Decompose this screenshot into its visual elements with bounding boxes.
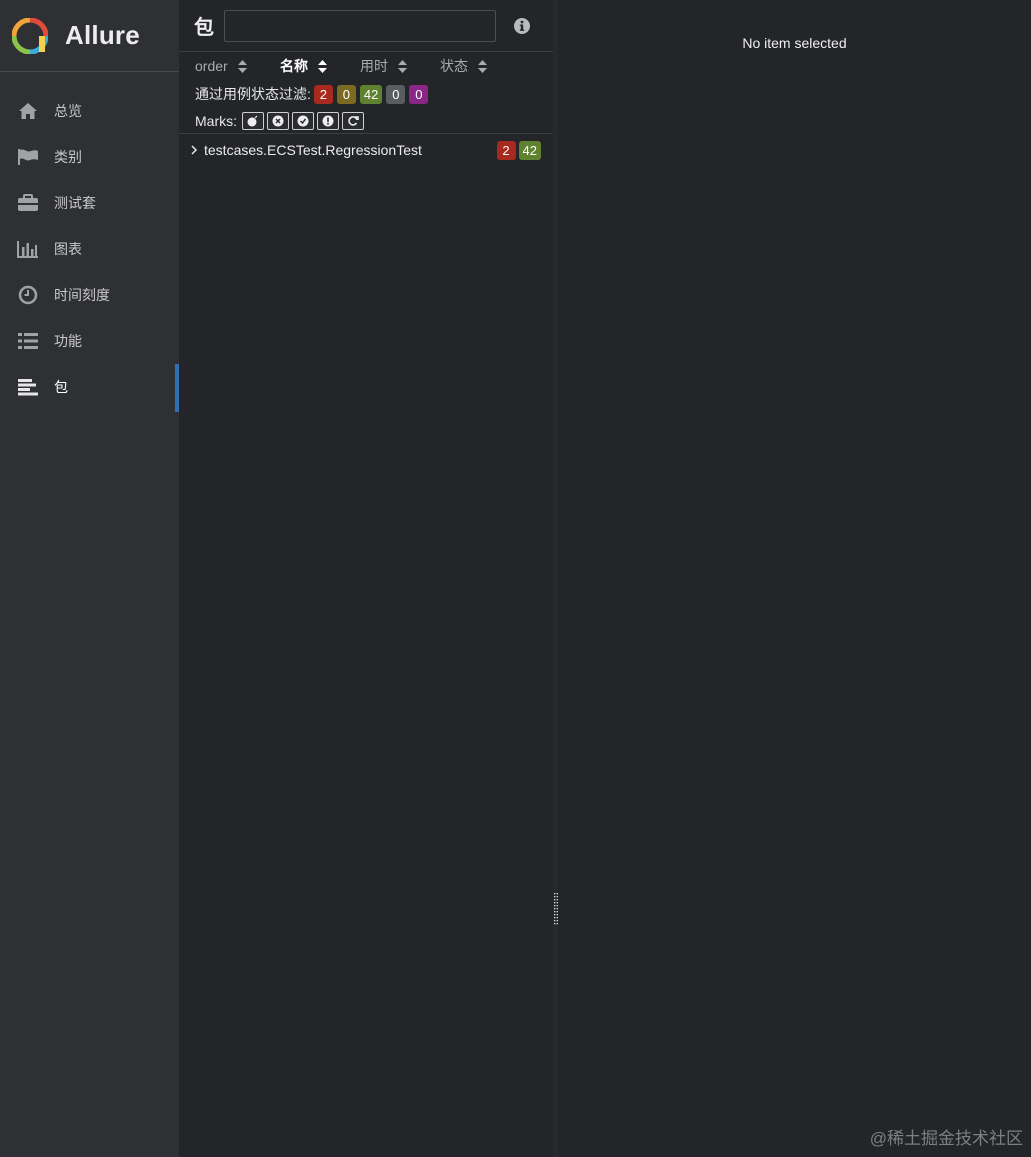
- sidebar-item-packages[interactable]: 包: [0, 364, 179, 412]
- watermark: @稀土掘金技术社区: [869, 1129, 1023, 1148]
- brand-name: Allure: [65, 20, 140, 50]
- sidebar-item-overview[interactable]: 总览: [0, 88, 179, 134]
- sidebar-item-graphs[interactable]: 图表: [0, 226, 179, 272]
- sorter-status[interactable]: 状态: [440, 56, 487, 76]
- sort-icon: [237, 59, 247, 73]
- flaky-bomb-icon[interactable]: [242, 111, 264, 130]
- brand[interactable]: Allure: [0, 0, 179, 72]
- flag-icon: [17, 146, 39, 168]
- sorter-label: order: [195, 58, 228, 74]
- sidebar-item-categories[interactable]: 类别: [0, 134, 179, 180]
- tree-row[interactable]: testcases.ECSTest.RegressionTest 2 42: [179, 134, 553, 166]
- sidebar-item-label: 时间刻度: [54, 287, 110, 303]
- tree-pane: 包 order 名称 用时 状态 通过用例状态过滤: 2 0 42 0 0 Ma…: [179, 0, 553, 1157]
- search-input[interactable]: [224, 9, 496, 42]
- sorter-order[interactable]: order: [195, 58, 280, 74]
- row-badge-passed: 42: [518, 140, 541, 160]
- sorter-duration[interactable]: 用时: [360, 56, 440, 76]
- status-filter-label: 通过用例状态过滤:: [195, 86, 311, 102]
- filter-badge-skipped[interactable]: 0: [386, 84, 406, 104]
- align-left-icon: [17, 376, 39, 398]
- retries-icon[interactable]: [342, 111, 364, 130]
- marks-label: Marks:: [195, 112, 237, 129]
- clock-icon: [17, 284, 39, 306]
- empty-state-text: No item selected: [742, 35, 847, 51]
- info-icon[interactable]: [513, 17, 531, 35]
- sidebar-item-label: 测试套: [54, 195, 96, 211]
- sorter-label: 状态: [440, 58, 468, 74]
- sidebar-item-behaviors[interactable]: 功能: [0, 318, 179, 364]
- sidebar-item-label: 包: [54, 379, 68, 395]
- row-badge-failed: 2: [496, 140, 516, 160]
- sidebar-nav: 总览 类别 测试套 图表 时间刻度 功能 包: [0, 72, 179, 412]
- sort-icon: [398, 59, 407, 73]
- sorter-label: 名称: [280, 58, 308, 74]
- sorters: order 名称 用时 状态: [179, 52, 553, 80]
- sidebar: Allure 总览 类别 测试套 图表 时间刻度 功能 包: [0, 0, 179, 1157]
- sidebar-item-label: 图表: [54, 241, 82, 257]
- page-title: 包: [194, 17, 214, 39]
- filter-badge-broken[interactable]: 0: [336, 84, 356, 104]
- chevron-right-icon: [191, 145, 198, 155]
- status-filter: 通过用例状态过滤: 2 0 42 0 0: [179, 80, 553, 108]
- sorter-label: 用时: [360, 58, 388, 74]
- filter-badge-unknown[interactable]: 0: [409, 84, 429, 104]
- detail-pane: No item selected: [558, 0, 1031, 1157]
- allure-logo-icon: [12, 17, 48, 54]
- sort-icon: [478, 59, 487, 73]
- list-icon: [17, 330, 39, 352]
- new-passed-icon[interactable]: [292, 111, 314, 130]
- sidebar-item-label: 功能: [54, 333, 82, 349]
- home-icon: [17, 100, 39, 122]
- marks-filter: Marks:: [179, 108, 553, 134]
- briefcase-icon: [17, 192, 39, 214]
- sidebar-item-timeline[interactable]: 时间刻度: [0, 272, 179, 318]
- sidebar-item-label: 总览: [54, 103, 82, 119]
- tree-row-name: testcases.ECSTest.RegressionTest: [204, 142, 422, 158]
- filter-badge-passed[interactable]: 42: [359, 84, 383, 104]
- new-broken-icon[interactable]: [317, 111, 339, 130]
- bar-chart-icon: [17, 238, 39, 260]
- filter-badge-failed[interactable]: 2: [313, 84, 333, 104]
- pane-header: 包: [179, 0, 553, 52]
- sort-icon: [318, 59, 327, 73]
- tree-row-badges: 2 42: [496, 140, 541, 160]
- sidebar-item-label: 类别: [54, 149, 82, 165]
- new-failed-icon[interactable]: [267, 111, 289, 130]
- sorter-name[interactable]: 名称: [280, 56, 360, 76]
- sidebar-item-suites[interactable]: 测试套: [0, 180, 179, 226]
